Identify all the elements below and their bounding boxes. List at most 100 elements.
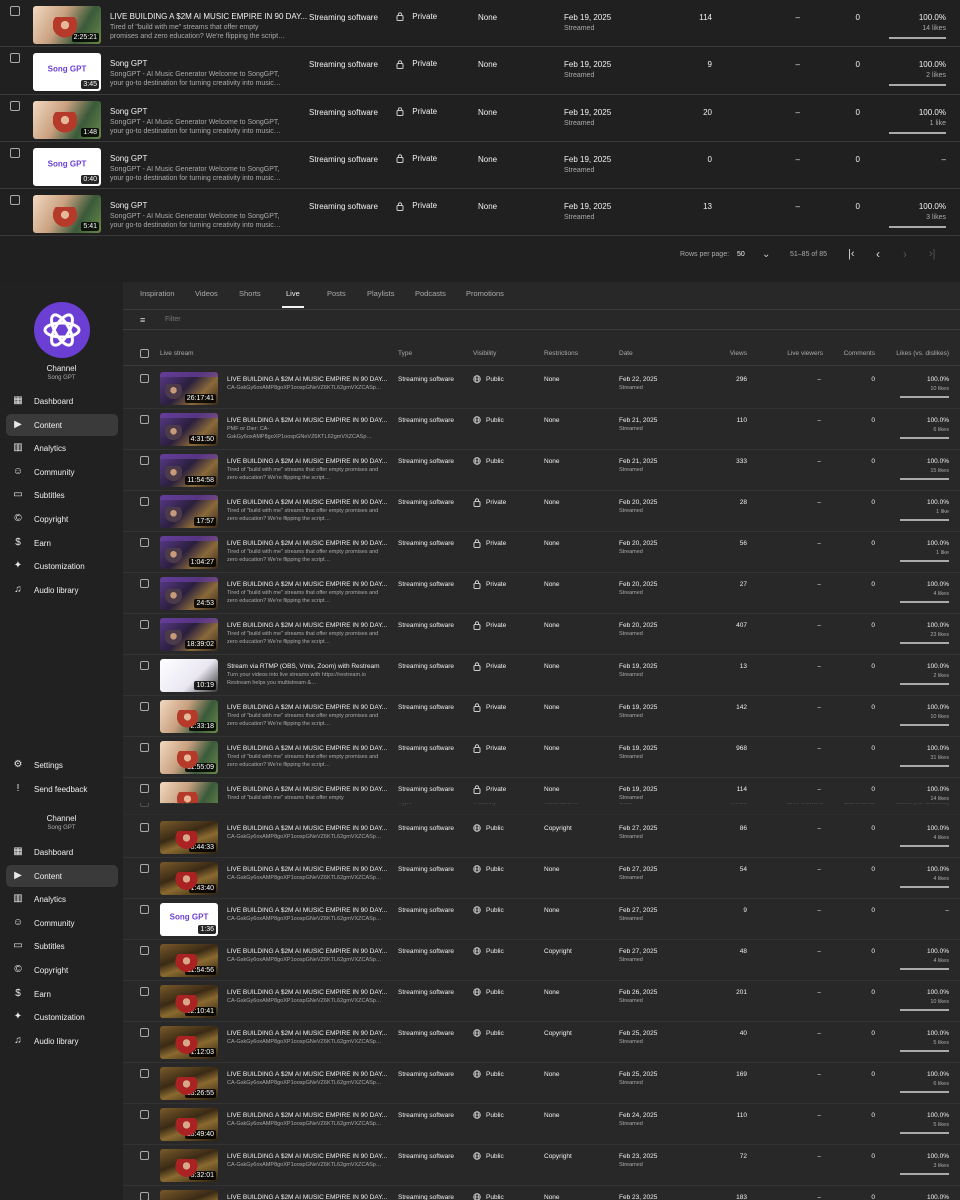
video-title[interactable]: LIVE BUILDING A $2M AI MUSIC EMPIRE IN 9… <box>227 1030 387 1037</box>
table-row[interactable]: 24:53 LIVE BUILDING A $2M AI MUSIC EMPIRE… <box>123 573 960 614</box>
row-checkbox[interactable] <box>10 195 20 206</box>
tab-inspiration[interactable]: Inspiration <box>140 289 175 298</box>
table-row[interactable]: 1:48 Song GPT SongGPT - AI Music Generator… <box>0 95 960 142</box>
visibility-cell[interactable]: Public <box>473 947 504 955</box>
video-title[interactable]: Song GPT <box>110 59 147 68</box>
video-thumbnail[interactable] <box>160 1190 218 1200</box>
visibility-cell[interactable]: Public <box>473 988 504 996</box>
rows-per-page-select[interactable]: 50 <box>737 251 745 258</box>
video-title[interactable]: LIVE BUILDING A $2M AI MUSIC EMPIRE IN 9… <box>227 948 387 955</box>
video-title[interactable]: Song GPT <box>110 154 147 163</box>
visibility-cell[interactable]: Private <box>473 580 506 589</box>
visibility-cell[interactable]: Public <box>473 375 504 383</box>
table-row[interactable]: 4:31:50 LIVE BUILDING A $2M AI MUSIC EMPI… <box>123 409 960 450</box>
row-checkbox[interactable] <box>10 6 20 16</box>
sidebar-item-content[interactable]: ▶ Content <box>6 413 118 436</box>
video-title[interactable]: LIVE BUILDING A $2M AI MUSIC EMPIRE IN 9… <box>227 866 387 873</box>
select-all-checkbox[interactable] <box>140 349 149 358</box>
column-header-type[interactable]: Type <box>398 803 412 806</box>
table-row[interactable]: 23:26:55 LIVE BUILDING A $2M AI MUSIC EMP… <box>123 1063 960 1104</box>
visibility-cell[interactable]: Public <box>473 457 504 465</box>
video-title[interactable]: LIVE BUILDING A $2M AI MUSIC EMPIRE IN 9… <box>227 825 387 832</box>
video-thumbnail[interactable]: 1:43:40 <box>160 862 218 895</box>
table-row[interactable]: 11:54:56 LIVE BUILDING A $2M AI MUSIC EMP… <box>123 940 960 981</box>
visibility-cell[interactable]: Private <box>473 662 506 671</box>
sidebar-item-subtitles[interactable]: ▭ Subtitles <box>6 484 118 506</box>
video-title[interactable]: Song GPT <box>110 201 147 210</box>
column-header-live-viewers[interactable]: Live viewers <box>763 803 823 806</box>
row-checkbox[interactable] <box>140 374 149 383</box>
visibility-cell[interactable]: Public <box>473 1029 504 1037</box>
row-checkbox[interactable] <box>140 905 149 914</box>
visibility-cell[interactable]: Private <box>473 785 506 794</box>
sidebar-item-community[interactable]: ☺ Community <box>6 912 118 934</box>
video-title[interactable]: LIVE BUILDING A $2M AI MUSIC EMPIRE IN 9… <box>227 1112 387 1119</box>
video-title[interactable]: LIVE BUILDING A $2M AI MUSIC EMPIRE IN 9… <box>227 417 387 424</box>
video-title[interactable]: LIVE BUILDING A $2M AI MUSIC EMPIRE IN 9… <box>227 499 387 506</box>
visibility-cell[interactable]: Public <box>473 824 504 832</box>
table-row[interactable]: 17:57 LIVE BUILDING A $2M AI MUSIC EMPIRE… <box>123 491 960 532</box>
video-title[interactable]: LIVE BUILDING A $2M AI MUSIC EMPIRE IN 9… <box>227 540 387 547</box>
visibility-cell[interactable]: Private <box>473 498 506 507</box>
row-checkbox[interactable] <box>140 579 149 588</box>
column-header-likes[interactable]: Likes (vs. dislikes) <box>863 350 949 357</box>
tab-live[interactable]: Live <box>282 289 304 308</box>
video-thumbnail[interactable]: 11:54:58 <box>160 454 218 487</box>
tab-promotions[interactable]: Promotions <box>466 289 504 298</box>
column-header-live-viewers[interactable]: Live viewers <box>763 350 823 357</box>
table-row[interactable]: 8:44:33 LIVE BUILDING A $2M AI MUSIC EMPI… <box>123 817 960 858</box>
row-checkbox[interactable] <box>140 1192 149 1200</box>
table-row[interactable]: 2:33:18 LIVE BUILDING A $2M AI MUSIC EMPI… <box>123 696 960 737</box>
video-thumbnail[interactable]: 2:25:21 <box>33 6 101 44</box>
visibility-cell[interactable]: Public <box>473 865 504 873</box>
video-thumbnail[interactable]: 1:04:27 <box>160 536 218 569</box>
visibility-cell[interactable]: Private <box>473 703 506 712</box>
visibility-cell[interactable]: Public <box>473 906 504 914</box>
column-header-restrictions[interactable]: Restrictions <box>544 350 578 357</box>
column-header-date[interactable]: Date <box>619 350 633 357</box>
row-checkbox[interactable] <box>140 1069 149 1078</box>
tab-playlists[interactable]: Playlists <box>367 289 395 298</box>
chevron-down-icon[interactable]: ⌄ <box>762 249 770 260</box>
video-thumbnail[interactable]: Song GPT 1:36 <box>160 903 218 936</box>
column-header-views[interactable]: Views <box>693 350 747 357</box>
sidebar-item-content[interactable]: ▶ Content <box>6 864 118 887</box>
row-checkbox[interactable] <box>10 53 20 64</box>
video-thumbnail[interactable]: 5:32:01 <box>160 1149 218 1182</box>
video-title[interactable]: LIVE BUILDING A $2M AI MUSIC EMPIRE IN 9… <box>227 458 387 465</box>
table-row[interactable]: LIVE BUILDING A $2M AI MUSIC EMPIRE IN 9… <box>123 1186 960 1200</box>
filter-bar[interactable]: ≡ Filter <box>123 310 960 330</box>
sidebar-item-customization[interactable]: ✦ Customization <box>6 1006 118 1028</box>
table-row[interactable]: 32:10:41 LIVE BUILDING A $2M AI MUSIC EMP… <box>123 981 960 1022</box>
row-checkbox[interactable] <box>140 1028 149 1037</box>
video-thumbnail[interactable]: 8:44:33 <box>160 821 218 854</box>
sidebar-item-analytics[interactable]: ▥ Analytics <box>6 437 118 459</box>
table-row[interactable]: 26:17:41 LIVE BUILDING A $2M AI MUSIC EMP… <box>123 368 960 409</box>
sidebar-item-earn[interactable]: $ Earn <box>6 532 118 554</box>
video-thumbnail[interactable] <box>160 782 218 803</box>
column-header-likes[interactable]: Likes (vs. dislikes) <box>863 803 949 806</box>
video-title[interactable]: LIVE BUILDING A $2M AI MUSIC EMPIRE IN 9… <box>227 581 387 588</box>
video-title[interactable]: LIVE BUILDING A $2M AI MUSIC EMPIRE IN 9… <box>227 1194 387 1200</box>
video-title[interactable]: LIVE BUILDING A $2M AI MUSIC EMPIRE IN 9… <box>227 622 387 629</box>
last-page-icon[interactable]: ›| <box>929 248 936 260</box>
row-checkbox[interactable] <box>140 823 149 832</box>
table-row[interactable]: 5:32:01 LIVE BUILDING A $2M AI MUSIC EMPI… <box>123 1145 960 1186</box>
row-checkbox[interactable] <box>10 147 20 158</box>
video-title[interactable]: Stream via RTMP (OBS, Vmix, Zoom) with R… <box>227 663 380 670</box>
visibility-cell[interactable]: Private <box>396 12 437 22</box>
video-thumbnail[interactable]: Song GPT 3:45 <box>33 53 101 92</box>
video-title[interactable]: Song GPT <box>110 107 147 116</box>
video-thumbnail[interactable]: 11:54:56 <box>160 944 218 977</box>
video-thumbnail[interactable]: Song GPT 0:40 <box>33 147 101 186</box>
video-thumbnail[interactable]: 18:39:02 <box>160 618 218 651</box>
table-row[interactable]: 18:49:40 LIVE BUILDING A $2M AI MUSIC EMP… <box>123 1104 960 1145</box>
video-title[interactable]: LIVE BUILDING A $2M AI MUSIC EMPIRE IN 9… <box>110 12 307 21</box>
video-title[interactable]: LIVE BUILDING A $2M AI MUSIC EMPIRE IN 9… <box>227 745 387 752</box>
row-checkbox[interactable] <box>140 702 149 711</box>
video-thumbnail[interactable]: 23:26:55 <box>160 1067 218 1100</box>
channel-avatar[interactable] <box>34 302 90 358</box>
video-title[interactable]: LIVE BUILDING A $2M AI MUSIC EMPIRE IN 9… <box>227 704 387 711</box>
sidebar-item-dashboard[interactable]: ▦ Dashboard <box>6 390 118 412</box>
row-checkbox[interactable] <box>10 100 20 111</box>
